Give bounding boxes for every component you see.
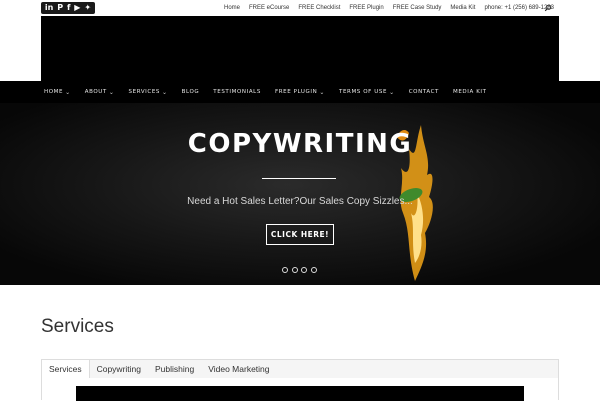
chevron-down-icon: ⌄ xyxy=(162,88,168,96)
nav-item-label: FREE PLUGIN xyxy=(274,89,318,95)
nav-item-home[interactable]: HOME ⌄ xyxy=(44,89,71,96)
nav-item-label: TESTIMONIALS xyxy=(213,89,261,95)
tab-row: Services Copywriting Publishing Video Ma… xyxy=(42,360,277,378)
chevron-down-icon: ⌄ xyxy=(319,88,325,96)
chevron-down-icon: ⌄ xyxy=(108,88,115,96)
slide-dot[interactable] xyxy=(291,267,298,273)
hero-divider xyxy=(262,178,336,179)
nav-item-label: TERMS OF USE xyxy=(339,89,388,95)
nav-item-media-kit[interactable]: MEDIA KIT xyxy=(453,89,487,95)
toplink-free-ecourse[interactable]: FREE eCourse xyxy=(249,5,289,11)
tab-copywriting[interactable]: Copywriting xyxy=(90,360,148,378)
youtube-icon[interactable]: ▶ xyxy=(74,2,80,14)
toplink-free-checklist[interactable]: FREE Checklist xyxy=(298,5,340,11)
logo-banner[interactable] xyxy=(41,16,559,81)
chevron-down-icon: ⌄ xyxy=(389,88,395,96)
tab-services[interactable]: Services xyxy=(42,360,90,378)
slider-dots xyxy=(282,267,320,273)
toplink-media-kit[interactable]: Media Kit xyxy=(450,5,475,11)
toplink-free-case-study[interactable]: FREE Case Study xyxy=(393,5,442,11)
top-links: Home FREE eCourse FREE Checklist FREE Pl… xyxy=(215,0,554,16)
top-bar: in P f ▶ ✦ Home FREE eCourse FREE Checkl… xyxy=(0,0,600,16)
hero-title: COPYWRITING xyxy=(187,129,413,159)
main-nav: HOME ⌄ ABOUT ⌄ SERVICES ⌄ BLOG TESTIMONIALS… xyxy=(0,81,600,103)
nav-item-label: CONTACT xyxy=(408,89,440,95)
nav-item-services[interactable]: SERVICES ⌄ xyxy=(129,89,168,96)
tab-publishing[interactable]: Publishing xyxy=(148,360,201,378)
tab-panel xyxy=(42,378,558,401)
nav-item-label: HOME xyxy=(44,89,64,95)
nav-item-label: ABOUT xyxy=(84,89,107,95)
facebook-icon[interactable]: f xyxy=(67,2,70,14)
nav-item-label: MEDIA KIT xyxy=(453,89,487,95)
hero-subtitle: Need a Hot Sales Letter?Our Sales Copy S… xyxy=(187,196,413,207)
social-icons: in P f ▶ ✦ xyxy=(41,2,95,14)
video-player[interactable] xyxy=(76,386,524,401)
search-icon[interactable] xyxy=(544,4,552,12)
pinterest-icon[interactable]: P xyxy=(57,2,63,14)
nav-item-terms-of-use[interactable]: TERMS OF USE ⌄ xyxy=(339,89,395,96)
twitter-icon[interactable]: ✦ xyxy=(84,2,91,14)
click-here-button[interactable]: CLICK HERE! xyxy=(266,224,334,245)
nav-item-testimonials[interactable]: TESTIMONIALS xyxy=(213,89,261,95)
slide-dot[interactable] xyxy=(301,267,307,273)
hero-slider: COPYWRITING Need a Hot Sales Letter?Our … xyxy=(0,103,600,285)
slide-dot[interactable] xyxy=(282,267,288,273)
nav-item-contact[interactable]: CONTACT xyxy=(409,89,439,95)
services-tabs: Services Copywriting Publishing Video Ma… xyxy=(41,359,559,401)
slide-dot[interactable] xyxy=(310,267,317,273)
nav-item-blog[interactable]: BLOG xyxy=(182,89,200,95)
toplink-free-plugin[interactable]: FREE Plugin xyxy=(349,5,383,11)
chevron-down-icon: ⌄ xyxy=(65,88,71,96)
linkedin-icon[interactable]: in xyxy=(45,2,53,14)
nav-item-free-plugin[interactable]: FREE PLUGIN ⌄ xyxy=(275,89,325,96)
nav-item-about[interactable]: ABOUT ⌄ xyxy=(85,89,115,96)
nav-item-label: SERVICES xyxy=(128,89,161,95)
toplink-home[interactable]: Home xyxy=(224,5,240,11)
nav-item-label: BLOG xyxy=(181,89,200,95)
tab-video-marketing[interactable]: Video Marketing xyxy=(201,360,276,378)
section-title-services: Services xyxy=(41,316,114,337)
